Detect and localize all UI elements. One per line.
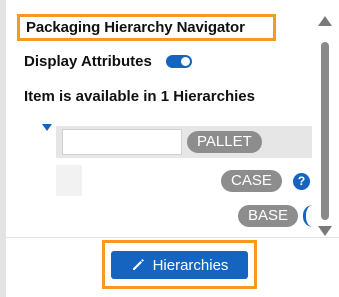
scroll-thumb[interactable] xyxy=(321,42,329,220)
toggle-knob xyxy=(180,56,190,66)
pencil-icon xyxy=(132,259,144,270)
scroll-down-icon[interactable] xyxy=(318,226,332,236)
display-attributes-row: Display Attributes xyxy=(24,51,192,71)
help-icon[interactable]: ? xyxy=(293,173,310,190)
expand-collapse-icon[interactable] xyxy=(42,124,52,131)
tree-row-case-cell xyxy=(56,165,82,196)
base-badge[interactable]: BASE xyxy=(238,205,299,227)
vertical-scrollbar[interactable] xyxy=(317,10,333,240)
hierarchies-button[interactable]: Hierarchies xyxy=(111,251,248,279)
packaging-hierarchy-panel: Packaging Hierarchy Navigator Display At… xyxy=(6,0,339,297)
base-info-icon[interactable] xyxy=(303,205,313,227)
button-highlight: Hierarchies xyxy=(102,240,257,289)
pallet-item-input[interactable] xyxy=(62,129,182,155)
pallet-badge[interactable]: PALLET xyxy=(187,131,262,153)
case-badge[interactable]: CASE xyxy=(221,170,282,192)
display-attributes-label: Display Attributes xyxy=(24,52,152,70)
footer-divider xyxy=(6,237,339,238)
hierarchies-button-label: Hierarchies xyxy=(152,256,229,274)
availability-text: Item is available in 1 Hierarchies xyxy=(24,88,255,105)
tree-row-pallet: PALLET xyxy=(56,126,312,158)
scroll-up-icon[interactable] xyxy=(318,16,332,26)
title-highlight: Packaging Hierarchy Navigator xyxy=(17,14,276,41)
panel-title: Packaging Hierarchy Navigator xyxy=(26,19,245,36)
display-attributes-toggle[interactable] xyxy=(165,54,192,68)
